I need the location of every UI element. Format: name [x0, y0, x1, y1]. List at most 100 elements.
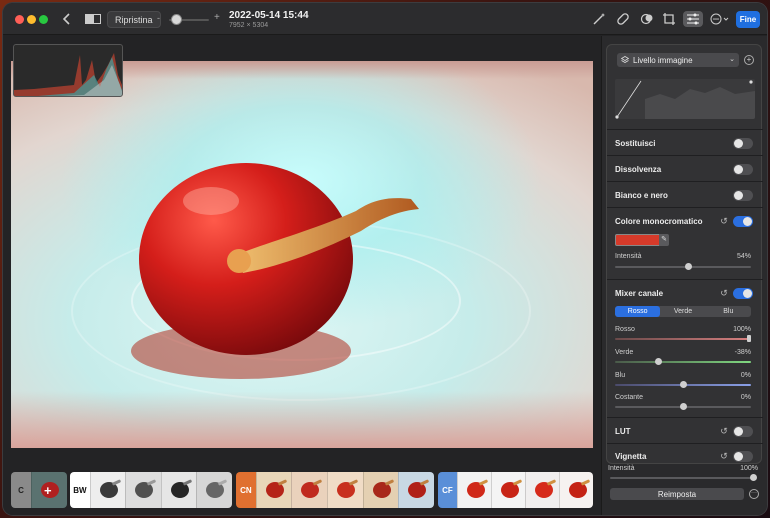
film-group-c[interactable]: C + [11, 472, 67, 508]
mono-color-swatch[interactable] [615, 234, 663, 246]
add-layer-icon[interactable]: + [744, 55, 754, 65]
revert-button[interactable]: Ripristina [107, 11, 161, 28]
mixer-green-handle[interactable] [655, 358, 662, 365]
mixer-green-value: -38% [734, 349, 751, 356]
film-group-cn[interactable]: CN [236, 472, 434, 508]
layers-icon [621, 56, 629, 63]
mono-intensity-value: 54% [736, 253, 751, 260]
mixer-green-slider[interactable] [615, 361, 751, 363]
reset-icon[interactable]: ↺ [719, 426, 729, 436]
mono-intensity-slider[interactable] [615, 266, 751, 268]
section-replace: Sostituisci [607, 129, 763, 155]
canvas-area [3, 36, 601, 466]
film-group-bw[interactable]: BW [70, 472, 232, 508]
reset-icon[interactable]: ↺ [719, 288, 729, 298]
fade-toggle[interactable] [733, 164, 753, 175]
zoom-window-button[interactable] [39, 15, 48, 24]
vignette-intensity-label: Intensità [608, 465, 635, 472]
more-icon[interactable] [709, 11, 731, 27]
reset-all-button[interactable]: Reimposta [610, 488, 744, 500]
mixer-blue-value: 0% [740, 372, 751, 379]
lut-toggle[interactable] [733, 426, 753, 437]
film-thumbnail[interactable] [327, 472, 363, 508]
section-lut: LUT ↺ [607, 417, 763, 443]
film-thumbnail[interactable] [456, 472, 491, 508]
film-thumbnail[interactable] [89, 472, 126, 508]
filter-icon[interactable] [639, 11, 655, 27]
film-thumbnail[interactable] [255, 472, 292, 508]
film-thumbnail[interactable] [125, 472, 161, 508]
mixer-blue-handle[interactable] [680, 381, 687, 388]
minimize-window-button[interactable] [27, 15, 36, 24]
film-group-label: CN [236, 472, 256, 508]
done-button[interactable]: Fine [736, 11, 760, 28]
film-thumbnail[interactable] [362, 472, 399, 508]
curves-editor[interactable] [615, 79, 755, 119]
section-title: Vignetta [615, 452, 647, 461]
mixer-green-label: Verde [615, 349, 634, 356]
filmstrip: C + BW CN CF [3, 466, 601, 515]
chevron-down-icon: ⌄ [729, 56, 735, 63]
vignette-intensity-value: 100% [740, 465, 758, 472]
magic-wand-icon[interactable] [591, 11, 607, 27]
zoom-slider-handle[interactable] [171, 14, 182, 25]
layer-select-label: Livello immagine [633, 55, 693, 65]
film-group-label: C [11, 472, 31, 508]
film-thumbnail[interactable] [196, 472, 232, 508]
histogram [13, 44, 123, 97]
section-title: Sostituisci [615, 139, 656, 148]
compare-view-icon[interactable] [85, 11, 101, 27]
tab-red[interactable]: Rosso [615, 306, 661, 317]
mixer-red-handle[interactable] [747, 335, 751, 342]
mixer-constant-label: Costante [615, 394, 644, 401]
photo-dimensions: 7952 × 5304 [229, 22, 269, 29]
vignette-toggle[interactable] [733, 451, 753, 462]
section-title: Mixer canale [615, 289, 664, 298]
vignette-intensity-slider[interactable] [610, 477, 754, 479]
chevron-left-icon[interactable] [61, 11, 73, 27]
film-thumbnail[interactable] [558, 472, 593, 508]
toolbar: Ripristina - + 2022-05-14 15:44 7952 × 5… [3, 3, 767, 35]
vignette-intensity-handle[interactable] [750, 474, 757, 481]
film-thumbnail[interactable]: + [31, 472, 67, 508]
film-thumbnail[interactable] [524, 472, 559, 508]
replace-toggle[interactable] [733, 138, 753, 149]
mono-intensity-handle[interactable] [684, 263, 692, 270]
film-thumbnail[interactable] [160, 472, 197, 508]
app-window: Ripristina - + 2022-05-14 15:44 7952 × 5… [3, 3, 767, 515]
layer-select[interactable]: Livello immagine ⌄ [617, 53, 739, 67]
tab-blue[interactable]: Blu [706, 306, 751, 317]
ellipsis-icon[interactable]: ··· [749, 489, 759, 499]
section-title: Dissolvenza [615, 165, 662, 174]
adjust-icon[interactable] [683, 11, 703, 27]
cherry-image [131, 163, 419, 379]
close-window-button[interactable] [15, 15, 24, 24]
mixer-constant-handle[interactable] [680, 403, 687, 410]
bandage-icon[interactable] [615, 11, 631, 27]
crop-icon[interactable] [661, 11, 677, 27]
section-vignette: Vignetta ↺ [607, 443, 763, 465]
mixer-constant-value: 0% [740, 394, 751, 401]
film-thumbnail[interactable] [490, 472, 525, 508]
section-title: Bianco e nero [615, 191, 668, 200]
film-thumbnail[interactable] [398, 472, 434, 508]
section-title: Colore monocromatico [615, 217, 703, 226]
reset-icon[interactable]: ↺ [719, 451, 729, 461]
bw-toggle[interactable] [733, 190, 753, 201]
adjustments-card: Livello immagine ⌄ + Sostituisci Dissolv… [606, 44, 763, 465]
tab-green[interactable]: Verde [660, 306, 705, 317]
add-icon[interactable]: + [44, 483, 52, 498]
mixer-blue-label: Blu [615, 372, 626, 379]
mixer-toggle[interactable] [733, 288, 753, 299]
film-group-cf[interactable]: CF [438, 472, 593, 508]
photo-preview[interactable] [11, 61, 593, 448]
mono-toggle[interactable] [733, 216, 753, 227]
eyedropper-icon[interactable]: ✎ [659, 234, 669, 246]
film-thumbnail[interactable] [291, 472, 328, 508]
zoom-in-label: + [214, 12, 220, 23]
section-mixer: Mixer canale ↺ Rosso Verde Blu Rosso 100… [607, 279, 763, 413]
mixer-red-value: 100% [733, 326, 751, 333]
film-group-label: CF [438, 472, 457, 508]
mixer-red-slider[interactable] [615, 338, 751, 340]
reset-icon[interactable]: ↺ [719, 216, 729, 226]
